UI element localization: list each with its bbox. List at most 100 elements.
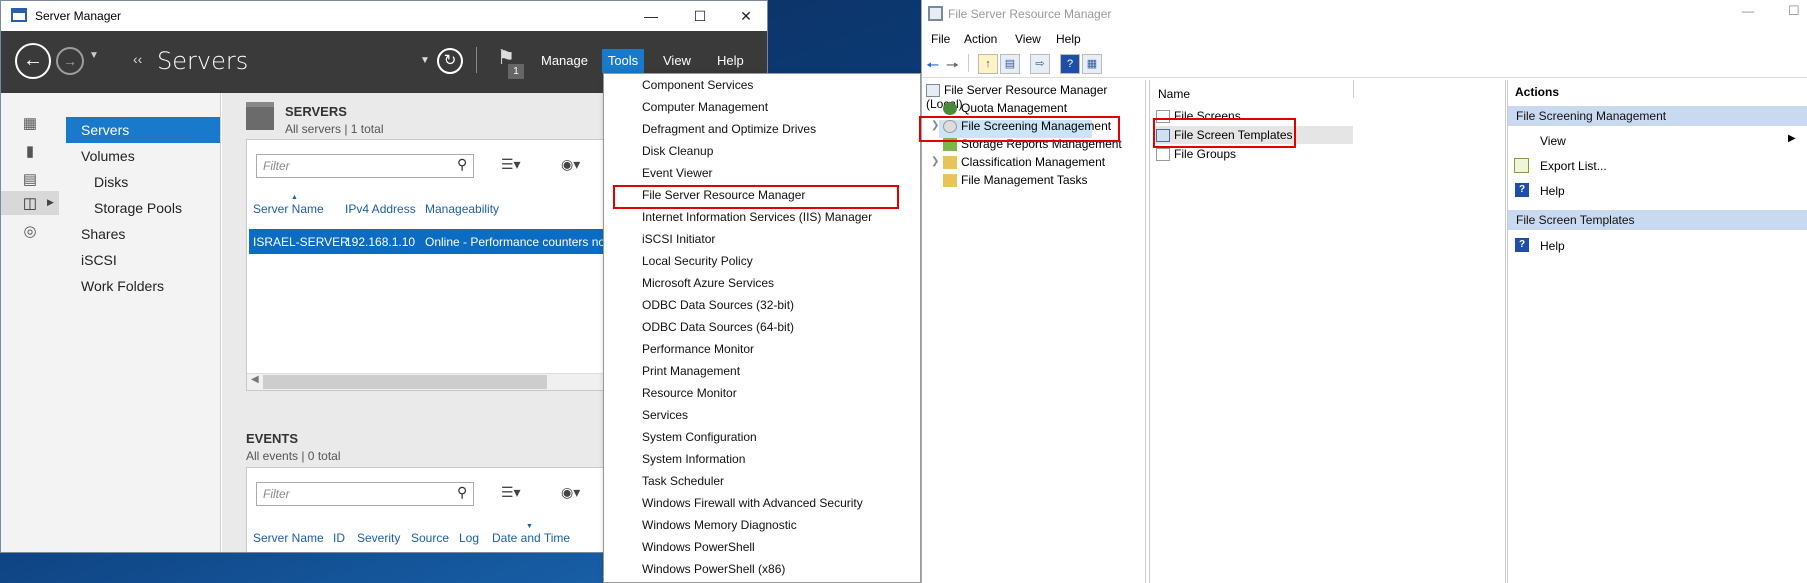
menu-item-system-information[interactable]: System Information — [604, 448, 920, 470]
column-divider[interactable] — [1353, 80, 1354, 98]
column-header-manageability[interactable]: Manageability — [425, 202, 499, 216]
sort-descending-icon: ▼ — [526, 523, 533, 530]
column-header-log[interactable]: Log — [459, 531, 479, 545]
menu-view[interactable]: View — [663, 53, 691, 68]
minimize-button[interactable]: — — [628, 1, 674, 31]
fsrm-window-title: File Server Resource Manager — [948, 7, 1112, 21]
refresh-icon[interactable]: ↻ — [437, 48, 463, 74]
help-icon: ? — [1515, 238, 1529, 252]
tree-item-quota-management[interactable]: Quota Management — [943, 101, 1067, 116]
column-header-ipv4[interactable]: IPv4 Address — [345, 202, 416, 216]
menu-item-iscsi-initiator[interactable]: iSCSI Initiator — [604, 228, 920, 250]
back-icon[interactable]: 🠔 — [926, 55, 939, 80]
menu-manage[interactable]: Manage — [541, 53, 588, 68]
action-export-list[interactable]: Export List... — [1540, 159, 1607, 173]
menu-item-component-services[interactable]: Component Services — [604, 74, 920, 96]
menu-item-task-scheduler[interactable]: Task Scheduler — [604, 470, 920, 492]
menu-item-memory-diagnostic[interactable]: Windows Memory Diagnostic — [604, 514, 920, 536]
search-icon[interactable]: ⚲ — [457, 156, 467, 173]
help-icon[interactable]: ? — [1060, 54, 1080, 74]
menu-item-resource-monitor[interactable]: Resource Monitor — [604, 382, 920, 404]
scroll-left-icon[interactable]: ◀ — [251, 374, 259, 385]
save-query-icon[interactable]: ◉▾ — [561, 156, 580, 173]
menu-item-powershell[interactable]: Windows PowerShell — [604, 536, 920, 558]
fsrm-local-icon — [926, 84, 940, 98]
save-query-icon[interactable]: ◉▾ — [561, 484, 580, 501]
fsrm-menu-view[interactable]: View — [1015, 32, 1041, 46]
menu-item-local-security-policy[interactable]: Local Security Policy — [604, 250, 920, 272]
menu-item-odbc-64[interactable]: ODBC Data Sources (64-bit) — [604, 316, 920, 338]
show-hide-tree-icon[interactable]: ▤ — [1000, 54, 1020, 74]
list-item-file-groups[interactable]: File Groups — [1156, 147, 1236, 162]
menu-item-defragment[interactable]: Defragment and Optimize Drives — [604, 118, 920, 140]
expand-chevron-icon[interactable]: ❯ — [931, 156, 939, 167]
fsrm-maximize-button[interactable]: ☐ — [1788, 3, 1800, 19]
local-server-icon[interactable]: ▮ — [19, 142, 41, 160]
nav-item-storage-pools[interactable]: Storage Pools — [94, 200, 182, 216]
column-header-server-name[interactable]: Server Name — [253, 531, 324, 545]
menu-item-services[interactable]: Services — [604, 404, 920, 426]
menu-item-computer-management[interactable]: Computer Management — [604, 96, 920, 118]
menu-item-iis-manager[interactable]: Internet Information Services (IIS) Mana… — [604, 206, 920, 228]
tree-item-classification-management[interactable]: Classification Management — [943, 155, 1105, 170]
nav-item-servers[interactable]: Servers — [66, 117, 220, 143]
fsrm-highlight-box — [613, 185, 899, 209]
forward-icon[interactable]: 🠖 — [946, 55, 959, 80]
expand-arrow-icon[interactable]: ▶ — [47, 197, 54, 208]
nav-item-volumes[interactable]: Volumes — [81, 148, 135, 164]
history-dropdown-icon[interactable]: ▼ — [89, 50, 99, 61]
show-hide-action-pane-icon[interactable]: ▦ — [1082, 54, 1102, 74]
breadcrumb-dropdown-icon[interactable]: ▼ — [420, 55, 430, 66]
all-servers-icon[interactable]: ▤ — [19, 170, 41, 188]
maximize-button[interactable]: ☐ — [677, 1, 723, 31]
iis-icon[interactable]: ◎ — [19, 222, 41, 240]
actions-section-file-screening[interactable]: File Screening Management — [1508, 106, 1807, 126]
export-list-icon[interactable]: ⇨ — [1030, 54, 1050, 74]
menu-item-performance-monitor[interactable]: Performance Monitor — [604, 338, 920, 360]
nav-item-disks[interactable]: Disks — [94, 174, 128, 190]
menu-item-disk-cleanup[interactable]: Disk Cleanup — [604, 140, 920, 162]
menu-item-odbc-32[interactable]: ODBC Data Sources (32-bit) — [604, 294, 920, 316]
fsrm-menu-action[interactable]: Action — [964, 32, 997, 46]
menu-item-azure-services[interactable]: Microsoft Azure Services — [604, 272, 920, 294]
breadcrumb: Servers — [157, 47, 249, 75]
tree-item-file-management-tasks[interactable]: File Management Tasks — [943, 173, 1088, 188]
actions-section-file-screen-templates[interactable]: File Screen Templates — [1508, 210, 1807, 230]
menu-item-system-configuration[interactable]: System Configuration — [604, 426, 920, 448]
action-help[interactable]: Help — [1540, 184, 1565, 198]
search-icon[interactable]: ⚲ — [457, 484, 467, 501]
servers-filter-input[interactable]: Filter — [256, 154, 474, 178]
action-view[interactable]: View — [1540, 134, 1566, 148]
back-arrow-icon[interactable]: ← — [15, 43, 51, 79]
column-header-server-name[interactable]: Server Name — [253, 202, 324, 216]
column-header-id[interactable]: ID — [333, 531, 345, 545]
fsrm-menu-file[interactable]: File — [931, 32, 950, 46]
up-folder-icon[interactable]: ↑ — [978, 54, 998, 74]
dashboard-icon[interactable]: ▦ — [19, 114, 41, 132]
column-header-source[interactable]: Source — [411, 531, 449, 545]
cell-server-name: ISRAEL-SERVER — [253, 235, 349, 249]
close-button[interactable]: ✕ — [723, 1, 767, 31]
column-header-severity[interactable]: Severity — [357, 531, 400, 545]
column-header-date-time[interactable]: Date and Time — [492, 531, 570, 545]
menu-item-event-viewer[interactable]: Event Viewer — [604, 162, 920, 184]
list-options-icon[interactable]: ☰▾ — [501, 484, 521, 501]
menu-item-print-management[interactable]: Print Management — [604, 360, 920, 382]
fsrm-menu-help[interactable]: Help — [1056, 32, 1081, 46]
menu-tools[interactable]: Tools — [602, 49, 644, 73]
fsrm-minimize-button[interactable]: — — [1742, 4, 1754, 18]
menu-item-windows-firewall[interactable]: Windows Firewall with Advanced Security — [604, 492, 920, 514]
menu-help[interactable]: Help — [717, 53, 744, 68]
nav-item-iscsi[interactable]: iSCSI — [81, 252, 117, 268]
column-header-name[interactable]: Name — [1158, 87, 1190, 101]
nav-item-work-folders[interactable]: Work Folders — [81, 278, 164, 294]
file-storage-icon[interactable]: ◫ — [19, 194, 41, 212]
table-row[interactable]: ISRAEL-SERVER 192.168.1.10 Online - Perf… — [249, 229, 608, 254]
scrollbar-thumb[interactable] — [263, 375, 547, 389]
events-filter-input[interactable]: Filter — [256, 482, 474, 506]
list-options-icon[interactable]: ☰▾ — [501, 156, 521, 173]
menu-item-powershell-x86[interactable]: Windows PowerShell (x86) — [604, 558, 920, 580]
nav-item-shares[interactable]: Shares — [81, 226, 125, 242]
action-help-templates[interactable]: Help — [1540, 239, 1565, 253]
forward-arrow-icon[interactable]: → — [56, 47, 84, 75]
